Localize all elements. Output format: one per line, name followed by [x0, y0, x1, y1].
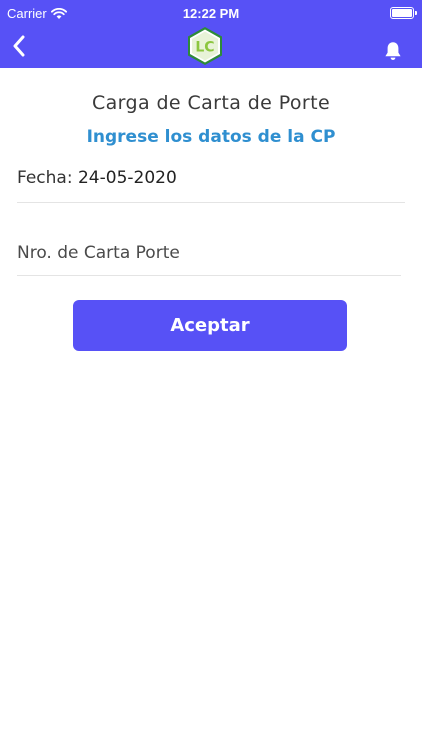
battery-tip	[415, 11, 417, 15]
accept-button[interactable]: Aceptar	[73, 300, 347, 351]
battery-icon	[390, 7, 417, 19]
page-title: Carga de Carta de Porte	[91, 92, 331, 114]
bell-icon	[385, 42, 401, 60]
nav-bar: LC	[0, 26, 422, 68]
carta-porte-field	[17, 240, 401, 276]
app-logo: LC	[188, 27, 222, 65]
date-label: Fecha:	[17, 168, 78, 188]
status-bar: Carrier 12:22 PM	[0, 0, 422, 26]
notifications-button[interactable]	[382, 40, 404, 62]
status-time: 12:22 PM	[182, 6, 240, 21]
chevron-left-icon	[13, 35, 25, 57]
page-subtitle: Ingrese los datos de la CP	[86, 127, 336, 147]
back-button[interactable]	[6, 32, 32, 60]
date-value: 24-05-2020	[77, 168, 177, 188]
carta-porte-input[interactable]	[17, 240, 401, 266]
screen: Carrier 12:22 PM LC Carga de Carta de Po…	[0, 0, 422, 750]
logo-text: LC	[195, 40, 214, 56]
date-field: Fecha: 24-05-2020	[17, 168, 405, 203]
battery-fill	[392, 9, 412, 17]
